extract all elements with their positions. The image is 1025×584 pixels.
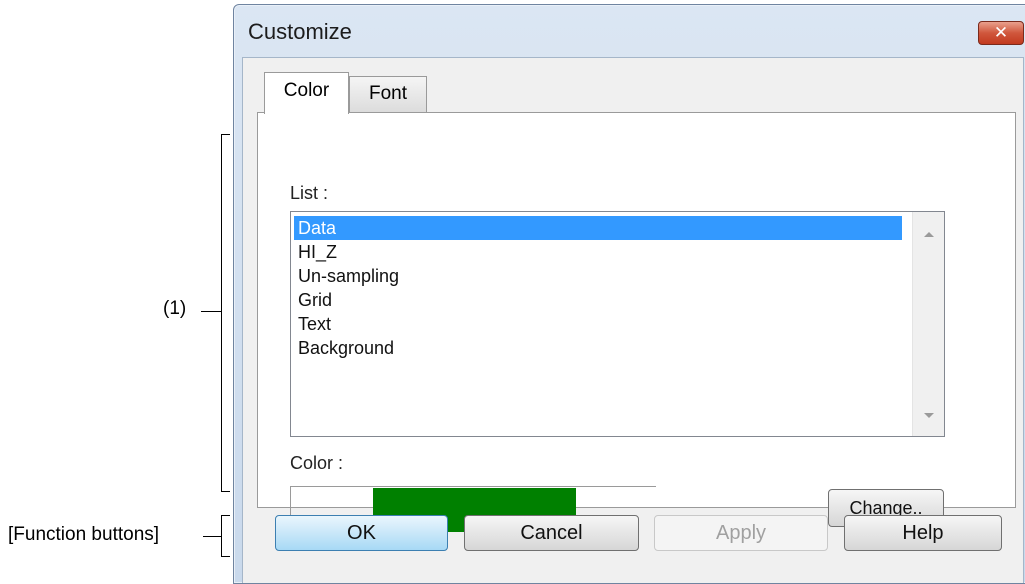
list-item-grid[interactable]: Grid: [294, 288, 902, 312]
tab-color[interactable]: Color: [264, 72, 349, 114]
color-tab-panel: List : Data HI_Z Un-sampling Grid Text B…: [257, 112, 1016, 532]
ok-button[interactable]: OK: [275, 515, 448, 551]
scroll-up-icon[interactable]: [924, 232, 934, 237]
list-scrollbar[interactable]: [912, 212, 944, 436]
color-label: Color :: [290, 453, 344, 473]
list-box[interactable]: Data HI_Z Un-sampling Grid Text Backgrou…: [290, 211, 945, 437]
function-buttons-bracket: [221, 515, 230, 557]
close-icon: ✕: [993, 23, 1009, 42]
list-item-un-sampling[interactable]: Un-sampling: [294, 264, 902, 288]
customize-dialog: Customize ✕ Color Font List : Data HI_Z …: [233, 4, 1025, 584]
dialog-client-area: Color Font List : Data HI_Z Un-sampling …: [242, 57, 1024, 583]
function-buttons-label: [Function buttons]: [8, 524, 160, 545]
list-label: List :: [290, 183, 329, 203]
function-buttons-tick: [203, 536, 221, 537]
area-marker-label: (1): [163, 298, 187, 319]
help-button[interactable]: Help: [844, 515, 1002, 551]
list-item-text[interactable]: Text: [294, 312, 902, 336]
tab-font[interactable]: Font: [349, 76, 427, 112]
close-button[interactable]: ✕: [978, 21, 1024, 45]
title-bar[interactable]: Customize ✕: [234, 5, 1025, 57]
apply-button[interactable]: Apply: [654, 515, 828, 551]
area-marker-tick: [201, 311, 221, 312]
area-bracket: [221, 134, 230, 492]
list-item-background[interactable]: Background: [294, 336, 902, 360]
scroll-down-icon[interactable]: [924, 413, 934, 418]
list-item-data[interactable]: Data: [294, 216, 902, 240]
dialog-title: Customize: [248, 19, 352, 44]
cancel-button[interactable]: Cancel: [464, 515, 639, 551]
list-item-hi-z[interactable]: HI_Z: [294, 240, 902, 264]
